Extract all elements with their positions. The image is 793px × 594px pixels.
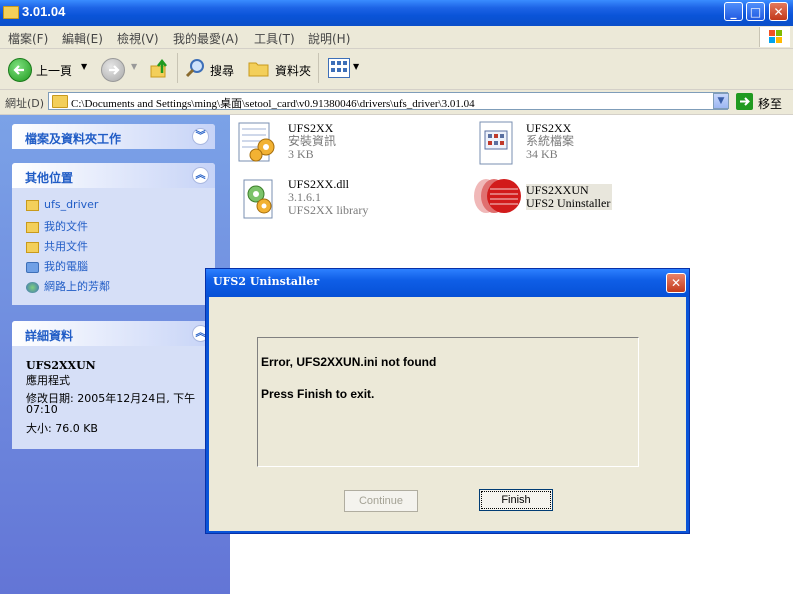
collapse-chevron-icon[interactable]: ︽ <box>192 167 209 184</box>
menu-help[interactable]: 說明(H) <box>308 30 350 47</box>
menu-view[interactable]: 檢視(V) <box>117 30 159 47</box>
address-bar: 網址(D) C:\Documents and Settings\ming\桌面\… <box>0 90 793 115</box>
dialog-titlebar[interactable]: UFS2 Uninstaller ✕ <box>206 269 689 297</box>
place-my-documents[interactable]: 我的文件 <box>26 218 88 234</box>
window-border <box>789 115 793 594</box>
other-places-header[interactable]: 其他位置 ︽ <box>12 163 215 188</box>
toolbar: 上一頁 ▼ ▼ 搜尋 資料夾 ▼ <box>0 49 793 90</box>
file-size: 3 KB <box>288 147 314 161</box>
address-input[interactable]: C:\Documents and Settings\ming\桌面\setool… <box>48 92 728 110</box>
details-panel-title: 詳細資料 <box>25 329 74 343</box>
menu-tools[interactable]: 工具(T) <box>254 30 295 47</box>
dialog-body: Error, UFS2XXUN.ini not found Press Fini… <box>209 297 686 531</box>
details-file-name: UFS2XXUN <box>26 359 96 372</box>
go-arrow-icon[interactable] <box>736 93 753 110</box>
file-description: UFS2 Uninstaller <box>526 196 611 210</box>
expand-chevron-icon[interactable]: ︾ <box>192 128 209 145</box>
exit-instruction: Press Finish to exit. <box>261 387 375 401</box>
windows-logo-icon <box>759 27 790 47</box>
uninstaller-app-icon[interactable] <box>472 177 522 215</box>
finish-button-label: Finish <box>481 491 551 509</box>
address-dropdown-icon[interactable]: ▼ <box>713 93 729 109</box>
file-item[interactable]: UFS2XX 安裝資訊 3 KB <box>288 122 336 161</box>
folder-icon <box>26 199 39 211</box>
views-icon[interactable] <box>328 58 350 78</box>
details-modified-time: 07:10 <box>26 403 58 416</box>
details-panel: 詳細資料 ︽ UFS2XXUN 應用程式 修改日期: 2005年12月24日, … <box>12 321 215 449</box>
network-globe-icon <box>26 281 39 293</box>
details-panel-header[interactable]: 詳細資料 ︽ <box>12 321 215 346</box>
menu-bar: 檔案(F) 編輯(E) 檢視(V) 我的最愛(A) 工具(T) 說明(H) <box>0 26 793 49</box>
views-dropdown-icon[interactable]: ▼ <box>353 62 359 71</box>
back-button-label[interactable]: 上一頁 <box>36 62 72 79</box>
forward-dropdown-icon[interactable]: ▼ <box>131 62 137 71</box>
details-file-type: 應用程式 <box>26 374 70 387</box>
place-my-computer[interactable]: 我的電腦 <box>26 258 88 274</box>
uninstaller-dialog: UFS2 Uninstaller ✕ Error, UFS2XXUN.ini n… <box>205 268 690 534</box>
file-description: UFS2XX library <box>288 203 369 217</box>
maximize-button[interactable]: □ <box>746 2 765 21</box>
continue-button[interactable]: Continue <box>344 490 418 512</box>
menu-favorites[interactable]: 我的最愛(A) <box>173 30 239 47</box>
file-item-selected[interactable]: UFS2XXUN UFS2 Uninstaller <box>526 184 613 210</box>
tasks-panel: 檔案及資料夾工作 ︾ <box>12 124 215 149</box>
file-item[interactable]: UFS2XX.dll 3.1.6.1 UFS2XX library <box>288 178 368 217</box>
other-places-panel: 其他位置 ︽ ufs_driver 我的文件 共用文件 我的電腦 網路上的芳鄰 <box>12 163 215 305</box>
shared-folder-icon <box>26 241 39 253</box>
up-folder-icon[interactable] <box>148 57 172 81</box>
tasks-panel-title: 檔案及資料夾工作 <box>25 132 122 146</box>
file-item[interactable]: UFS2XX 系統檔案 34 KB <box>526 122 574 161</box>
place-network[interactable]: 網路上的芳鄰 <box>26 278 110 294</box>
setup-info-file-icon[interactable] <box>236 119 278 167</box>
menu-file[interactable]: 檔案(F) <box>8 30 48 47</box>
message-frame: Error, UFS2XXUN.ini not found Press Fini… <box>257 337 639 467</box>
go-button-label[interactable]: 移至 <box>758 95 782 112</box>
place-label: ufs_driver <box>44 198 99 211</box>
folders-icon[interactable] <box>248 58 270 78</box>
dll-file-icon[interactable] <box>238 176 280 222</box>
address-label: 網址(D) <box>5 97 45 110</box>
window-titlebar[interactable]: 3.01.04 _ □ ✕ <box>0 0 793 26</box>
place-label: 我的電腦 <box>44 260 88 273</box>
close-button[interactable]: ✕ <box>769 2 788 21</box>
back-arrow-icon[interactable] <box>8 58 32 82</box>
place-ufs-driver[interactable]: ufs_driver <box>26 198 98 214</box>
computer-icon <box>26 261 39 273</box>
task-pane: 檔案及資料夾工作 ︾ 其他位置 ︽ ufs_driver 我的文件 共用文件 我… <box>0 115 230 594</box>
details-size: 大小: 76.0 KB <box>26 422 98 435</box>
window-title: 3.01.04 <box>22 4 66 19</box>
error-message: Error, UFS2XXUN.ini not found <box>261 355 437 369</box>
search-button-label[interactable]: 搜尋 <box>210 62 234 79</box>
address-path: C:\Documents and Settings\ming\桌面\setool… <box>71 98 475 110</box>
forward-arrow-icon[interactable] <box>101 58 125 82</box>
back-dropdown-icon[interactable]: ▼ <box>81 62 87 71</box>
documents-folder-icon <box>26 221 39 233</box>
minimize-button[interactable]: _ <box>724 2 743 21</box>
search-icon[interactable] <box>185 57 207 79</box>
menu-edit[interactable]: 編輯(E) <box>62 30 103 47</box>
system-file-icon[interactable] <box>476 119 518 167</box>
place-shared-documents[interactable]: 共用文件 <box>26 238 88 254</box>
place-label: 網路上的芳鄰 <box>44 280 110 293</box>
finish-button[interactable]: Finish <box>479 489 553 511</box>
dialog-close-button[interactable]: ✕ <box>666 273 686 293</box>
file-size: 34 KB <box>526 147 558 161</box>
folder-icon <box>3 6 19 19</box>
other-places-title: 其他位置 <box>25 171 74 185</box>
place-label: 共用文件 <box>44 240 88 253</box>
tasks-panel-header[interactable]: 檔案及資料夾工作 ︾ <box>12 124 215 149</box>
place-label: 我的文件 <box>44 220 88 233</box>
folder-icon <box>52 95 68 108</box>
dialog-title: UFS2 Uninstaller <box>213 275 320 288</box>
folders-button-label[interactable]: 資料夾 <box>275 62 311 79</box>
